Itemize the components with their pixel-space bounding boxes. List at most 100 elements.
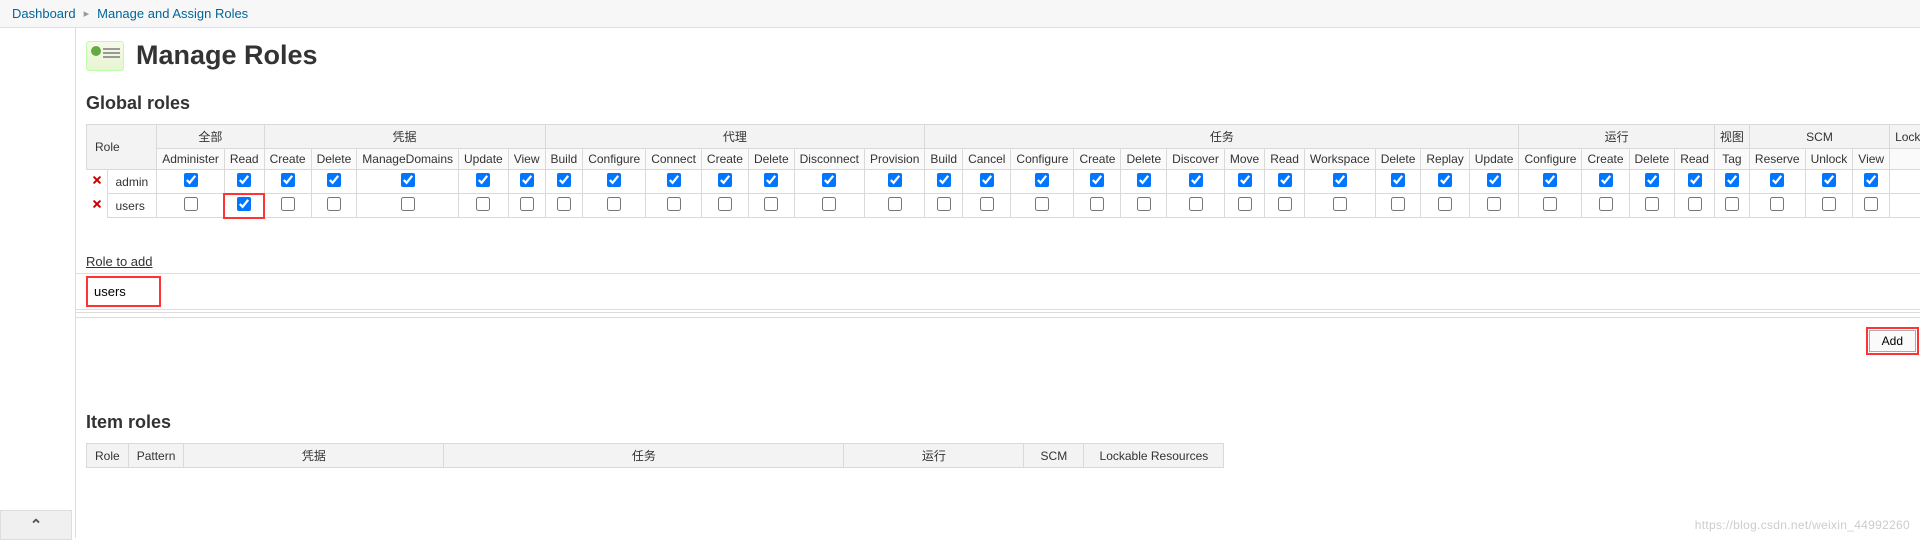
perm-checkbox[interactable] [1688,173,1702,187]
perm-header: Create [1074,149,1121,170]
perm-checkbox[interactable] [937,197,951,211]
perm-checkbox[interactable] [667,197,681,211]
perm-header: Provision [865,149,925,170]
role-name-cell: admin [107,170,157,194]
perm-header: Configure [1011,149,1074,170]
perm-checkbox[interactable] [718,197,732,211]
perm-checkbox[interactable] [937,173,951,187]
perm-header: Create [1582,149,1629,170]
perm-header: ManageDomains [357,149,459,170]
add-button[interactable]: Add [1869,330,1916,352]
sidebar-collapse-toggle[interactable]: ⌃ [0,510,72,540]
perm-header: View [1853,149,1890,170]
perm-header: Build [545,149,583,170]
perm-checkbox[interactable] [1487,173,1501,187]
perm-group-header: Lockable Resources [1890,125,1920,149]
perm-checkbox[interactable] [1599,197,1613,211]
perm-checkbox[interactable] [1090,197,1104,211]
perm-checkbox[interactable] [1035,173,1049,187]
perm-header: Tag [1714,149,1749,170]
perm-checkbox[interactable] [401,173,415,187]
perm-checkbox[interactable] [1599,173,1613,187]
perm-checkbox[interactable] [1822,197,1836,211]
perm-checkbox[interactable] [1645,173,1659,187]
perm-checkbox[interactable] [667,173,681,187]
perm-checkbox[interactable] [1391,173,1405,187]
page-title-row: Manage Roles [86,40,1920,71]
perm-header: Replay [1421,149,1469,170]
perm-header: Unlock [1805,149,1853,170]
perm-checkbox[interactable] [1725,173,1739,187]
breadcrumb-current[interactable]: Manage and Assign Roles [97,6,248,21]
perm-checkbox[interactable] [1770,173,1784,187]
perm-checkbox[interactable] [1864,197,1878,211]
perm-header: Administer [157,149,225,170]
perm-checkbox[interactable] [1278,197,1292,211]
perm-checkbox[interactable] [1487,197,1501,211]
perm-checkbox[interactable] [1035,197,1049,211]
perm-checkbox[interactable] [520,197,534,211]
perm-group-header: 任务 [925,125,1519,149]
perm-checkbox[interactable] [607,197,621,211]
perm-checkbox[interactable] [1688,197,1702,211]
perm-checkbox[interactable] [281,173,295,187]
chevron-up-icon: ⌃ [30,516,43,534]
perm-checkbox[interactable] [1238,173,1252,187]
perm-checkbox[interactable] [1543,173,1557,187]
perm-checkbox[interactable] [888,197,902,211]
perm-checkbox[interactable] [1189,173,1203,187]
perm-checkbox[interactable] [1189,197,1203,211]
perm-checkbox[interactable] [281,197,295,211]
perm-checkbox[interactable] [1864,173,1878,187]
perm-checkbox[interactable] [764,173,778,187]
perm-checkbox[interactable] [1333,173,1347,187]
perm-checkbox[interactable] [764,197,778,211]
role-to-add-section: Role to add Add [86,254,1920,352]
perm-checkbox[interactable] [980,173,994,187]
breadcrumb-dashboard[interactable]: Dashboard [12,6,76,21]
perm-checkbox[interactable] [1333,197,1347,211]
perm-checkbox[interactable] [1438,197,1452,211]
perm-checkbox[interactable] [1725,197,1739,211]
perm-header: Configure [583,149,646,170]
perm-checkbox[interactable] [1090,173,1104,187]
role-to-add-input[interactable] [86,276,161,307]
perm-checkbox[interactable] [557,173,571,187]
perm-checkbox[interactable] [401,197,415,211]
perm-checkbox[interactable] [718,173,732,187]
perm-header: Create [701,149,748,170]
perm-checkbox[interactable] [237,197,251,211]
perm-checkbox[interactable] [1137,197,1151,211]
perm-checkbox[interactable] [476,197,490,211]
perm-checkbox[interactable] [184,173,198,187]
perm-checkbox[interactable] [1278,173,1292,187]
perm-checkbox[interactable] [1238,197,1252,211]
perm-checkbox[interactable] [237,173,251,187]
global-roles-heading: Global roles [86,93,1920,114]
delete-icon[interactable] [91,174,103,186]
perm-group-header: 凭据 [184,444,444,468]
perm-checkbox[interactable] [888,173,902,187]
perm-checkbox[interactable] [980,197,994,211]
perm-checkbox[interactable] [184,197,198,211]
perm-checkbox[interactable] [1822,173,1836,187]
perm-header: Move [1224,149,1264,170]
perm-checkbox[interactable] [822,197,836,211]
perm-checkbox[interactable] [1137,173,1151,187]
perm-checkbox[interactable] [1543,197,1557,211]
perm-checkbox[interactable] [1770,197,1784,211]
perm-checkbox[interactable] [520,173,534,187]
perm-checkbox[interactable] [607,173,621,187]
perm-checkbox[interactable] [1391,197,1405,211]
perm-checkbox[interactable] [327,173,341,187]
perm-checkbox[interactable] [476,173,490,187]
pattern-header: Pattern [128,444,184,468]
delete-icon[interactable] [91,198,103,210]
perm-checkbox[interactable] [1438,173,1452,187]
perm-checkbox[interactable] [822,173,836,187]
perm-header [1890,149,1920,170]
role-header: Role [87,444,129,468]
perm-checkbox[interactable] [1645,197,1659,211]
perm-checkbox[interactable] [557,197,571,211]
perm-checkbox[interactable] [327,197,341,211]
